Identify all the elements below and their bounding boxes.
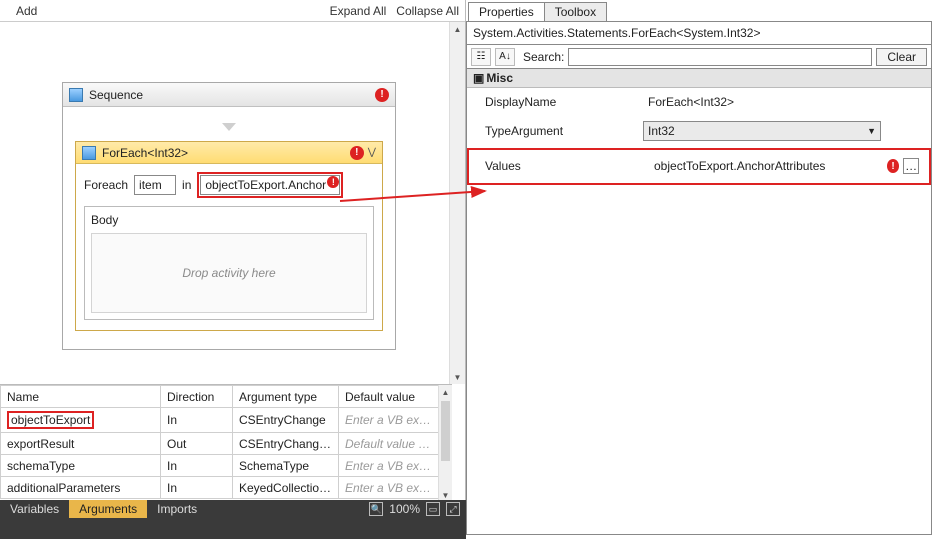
table-row[interactable]: exportResultOutCSEntryChangeResDefault v…: [1, 433, 439, 455]
foreach-icon: [82, 146, 96, 160]
designer-pane: Add Expand All Collapse All Sequence ! F…: [0, 0, 466, 539]
chevron-down-icon: ▼: [867, 126, 876, 136]
scroll-up-icon[interactable]: ▲: [450, 22, 465, 36]
arg-name-cell[interactable]: additionalParameters: [1, 477, 161, 499]
ellipsis-button[interactable]: …: [903, 158, 919, 174]
tab-arguments[interactable]: Arguments: [69, 500, 147, 518]
grid-scrollbar[interactable]: ▲ ▼: [438, 385, 452, 502]
fit-icon[interactable]: ⤢: [446, 502, 460, 516]
scroll-down-icon[interactable]: ▼: [450, 370, 465, 384]
tab-variables[interactable]: Variables: [0, 500, 69, 518]
overview-icon[interactable]: ▭: [426, 502, 440, 516]
designer-surface[interactable]: Sequence ! ForEach<Int32> ! ⋁ Foreach in: [0, 22, 465, 384]
sequence-header[interactable]: Sequence !: [63, 83, 395, 107]
arg-type-cell[interactable]: KeyedCollection<S: [233, 477, 339, 499]
foreach-activity[interactable]: ForEach<Int32> ! ⋁ Foreach in !: [75, 141, 383, 331]
sequence-icon: [69, 88, 83, 102]
arg-direction-cell[interactable]: Out: [161, 433, 233, 455]
arg-name-cell[interactable]: schemaType: [1, 455, 161, 477]
selected-type-label: System.Activities.Statements.ForEach<Sys…: [467, 22, 931, 45]
drop-indicator: [75, 123, 383, 131]
categorize-icon[interactable]: ☷: [471, 48, 491, 66]
displayname-input[interactable]: [643, 92, 881, 112]
col-name[interactable]: Name: [1, 386, 161, 408]
error-icon[interactable]: !: [887, 159, 899, 173]
sequence-title: Sequence: [89, 88, 143, 102]
add-link[interactable]: Add: [16, 4, 37, 18]
arg-name-cell[interactable]: exportResult: [1, 433, 161, 455]
chevron-down-icon[interactable]: ⋁: [368, 147, 376, 158]
scroll-up-icon[interactable]: ▲: [439, 385, 452, 399]
designer-toolbar: Add Expand All Collapse All: [0, 0, 465, 22]
foreach-title: ForEach<Int32>: [102, 146, 188, 160]
arguments-grid[interactable]: Name Direction Argument type Default val…: [0, 384, 452, 502]
body-dropzone[interactable]: Drop activity here: [91, 233, 367, 313]
arg-direction-cell[interactable]: In: [161, 455, 233, 477]
properties-tabstrip: Properties Toolbox: [466, 0, 932, 22]
combo-value: Int32: [648, 124, 675, 138]
collapse-all-link[interactable]: Collapse All: [396, 4, 459, 18]
values-input[interactable]: [649, 156, 875, 176]
properties-pane: Properties Toolbox System.Activities.Sta…: [466, 0, 932, 539]
error-icon[interactable]: !: [350, 146, 364, 160]
tab-toolbox[interactable]: Toolbox: [544, 2, 607, 21]
sequence-activity[interactable]: Sequence ! ForEach<Int32> ! ⋁ Foreach in: [62, 82, 396, 350]
arg-default-cell[interactable]: Enter a VB express: [339, 408, 439, 433]
col-direction[interactable]: Direction: [161, 386, 233, 408]
values-highlight: Values ! …: [467, 148, 931, 185]
table-row[interactable]: additionalParametersInKeyedCollection<SE…: [1, 477, 439, 499]
prop-name: DisplayName: [467, 91, 637, 114]
category-misc[interactable]: ▣ Misc: [467, 69, 931, 88]
arg-direction-cell[interactable]: In: [161, 477, 233, 499]
arg-default-cell[interactable]: Enter a VB express: [339, 477, 439, 499]
search-icon[interactable]: 🔍: [369, 502, 383, 516]
prop-name: Values: [473, 155, 643, 178]
arg-name-cell[interactable]: objectToExport: [1, 408, 161, 433]
arg-name-highlight: objectToExport: [7, 411, 94, 429]
zoom-label: 100%: [389, 502, 420, 516]
arg-type-cell[interactable]: CSEntryChangeRes: [233, 433, 339, 455]
property-row-values[interactable]: Values ! …: [467, 148, 931, 185]
clear-button[interactable]: Clear: [876, 48, 927, 66]
foreach-values-expression-highlight: !: [197, 172, 343, 198]
arg-direction-cell[interactable]: In: [161, 408, 233, 433]
col-default[interactable]: Default value: [339, 386, 439, 408]
sort-az-icon[interactable]: A↓: [495, 48, 515, 66]
in-label: in: [182, 178, 191, 192]
scrollbar-thumb[interactable]: [441, 401, 450, 461]
arg-type-cell[interactable]: SchemaType: [233, 455, 339, 477]
properties-search-input[interactable]: [568, 48, 872, 66]
bottom-tabbar: Variables Arguments Imports 🔍 100% ▭ ⤢: [0, 500, 466, 518]
tab-imports[interactable]: Imports: [147, 500, 207, 518]
foreach-values-expression-input[interactable]: [200, 175, 340, 195]
property-row-displayname[interactable]: DisplayName: [467, 88, 931, 117]
tab-properties[interactable]: Properties: [468, 2, 545, 21]
body-label: Body: [91, 213, 367, 227]
table-row[interactable]: schemaTypeInSchemaTypeEnter a VB express: [1, 455, 439, 477]
arg-type-cell[interactable]: CSEntryChange: [233, 408, 339, 433]
properties-toolbar: ☷ A↓ Search: Clear: [467, 45, 931, 69]
status-strip: [0, 518, 466, 539]
table-row[interactable]: objectToExport InCSEntryChangeEnter a VB …: [1, 408, 439, 433]
arg-default-cell[interactable]: Enter a VB express: [339, 455, 439, 477]
expand-all-link[interactable]: Expand All: [330, 4, 387, 18]
foreach-body: Body Drop activity here: [84, 206, 374, 320]
error-icon[interactable]: !: [375, 88, 389, 102]
item-input[interactable]: [134, 175, 176, 195]
arg-default-cell[interactable]: Default value not su: [339, 433, 439, 455]
grid-header-row: Name Direction Argument type Default val…: [1, 386, 439, 408]
typeargument-combo[interactable]: Int32 ▼: [643, 121, 881, 141]
designer-scrollbar[interactable]: ▲ ▼: [449, 22, 465, 384]
col-argtype[interactable]: Argument type: [233, 386, 339, 408]
search-label: Search:: [523, 50, 564, 64]
foreach-label: Foreach: [84, 178, 128, 192]
property-row-typeargument[interactable]: TypeArgument Int32 ▼: [467, 117, 931, 146]
prop-name: TypeArgument: [467, 120, 637, 143]
foreach-header[interactable]: ForEach<Int32> ! ⋁: [76, 142, 382, 164]
